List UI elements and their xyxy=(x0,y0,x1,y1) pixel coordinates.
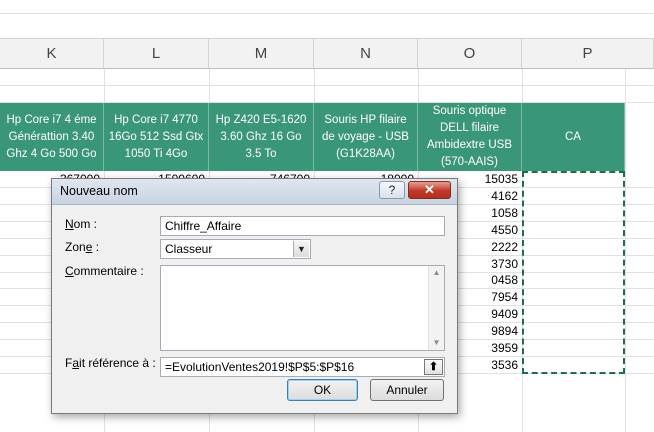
comment-scrollbar[interactable]: ▲ ▼ xyxy=(428,266,444,350)
close-icon: ✕ xyxy=(424,182,435,197)
name-input[interactable]: Chiffre_Affaire xyxy=(160,216,445,236)
comment-label: Commentaire : xyxy=(65,264,144,278)
new-name-dialog: Nouveau nom ? ✕ Nom : Chiffre_Affaire Zo… xyxy=(51,178,458,414)
column-header-n[interactable]: N xyxy=(314,39,418,69)
ok-button[interactable]: OK xyxy=(287,379,358,401)
name-label: Nom : xyxy=(65,217,98,231)
dialog-titlebar[interactable]: Nouveau nom ? ✕ xyxy=(52,179,457,205)
column-header-o[interactable]: O xyxy=(418,39,522,69)
help-button[interactable]: ? xyxy=(379,181,405,199)
column-header-k[interactable]: K xyxy=(0,39,104,69)
reference-input[interactable]: =EvolutionVentes2019!$P$5:$P$16 ⬆ xyxy=(160,357,445,377)
column-header-m[interactable]: M xyxy=(209,39,314,69)
table-header-cell[interactable]: Hp Z420 E5-1620 3.60 Ghz 16 Go 3.5 To xyxy=(209,103,314,171)
cancel-button[interactable]: Annuler xyxy=(370,379,444,401)
comment-textarea[interactable]: ▲ ▼ xyxy=(160,265,445,351)
empty-row[interactable] xyxy=(0,86,654,103)
chevron-down-icon[interactable]: ▼ xyxy=(293,241,309,257)
dialog-title: Nouveau nom xyxy=(60,184,138,198)
table-header-cell-ca[interactable]: CA xyxy=(522,103,625,171)
table-header-cell[interactable]: Hp Core i7 4770 16Go 512 Ssd Gtx 1050 Ti… xyxy=(104,103,209,171)
ribbon-band xyxy=(0,0,654,39)
zone-select[interactable]: Classeur ▼ xyxy=(160,239,311,259)
help-icon: ? xyxy=(388,183,396,197)
close-button[interactable]: ✕ xyxy=(408,181,451,199)
reference-label: Fait référence à : xyxy=(65,356,156,370)
table-header-cell[interactable]: Hp Core i7 4 éme Générattion 3.40 Ghz 4 … xyxy=(0,103,104,171)
table-header-cell[interactable]: Souris optique DELL filaire Ambidextre U… xyxy=(418,103,522,171)
copy-marquee-selection xyxy=(522,171,625,374)
zone-label: Zone : xyxy=(65,240,100,254)
zone-select-value: Classeur xyxy=(165,242,213,256)
scroll-down-icon[interactable]: ▼ xyxy=(429,336,444,350)
column-header-l[interactable]: L xyxy=(104,39,209,69)
column-header-p[interactable]: P xyxy=(522,39,654,69)
scroll-up-icon[interactable]: ▲ xyxy=(429,266,444,280)
collapse-dialog-icon[interactable]: ⬆ xyxy=(424,359,443,375)
table-header-cell[interactable]: Souris HP filaire de voyage - USB (G1K28… xyxy=(314,103,418,171)
reference-value: =EvolutionVentes2019!$P$5:$P$16 xyxy=(165,360,355,374)
empty-row[interactable] xyxy=(0,69,654,86)
